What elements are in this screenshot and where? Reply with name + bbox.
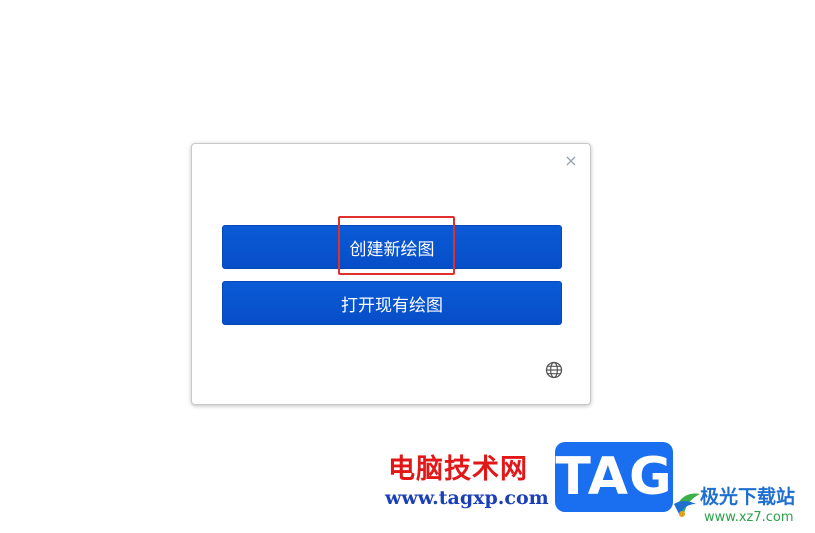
watermark-site-url: www.tagxp.com	[385, 487, 549, 509]
tag-logo: TAG	[555, 442, 673, 512]
download-site-url: www.xz7.com	[704, 510, 794, 525]
aurora-logo-icon	[674, 493, 700, 517]
create-new-drawing-button[interactable]: 创建新绘图	[222, 225, 562, 269]
page: × 创建新绘图 打开现有绘图 电脑技术网 www.tagxp.com TAG 极…	[0, 0, 815, 533]
create-new-drawing-label: 创建新绘图	[349, 239, 435, 260]
watermark-site-name: 电脑技术网	[388, 454, 528, 485]
open-existing-drawing-button[interactable]: 打开现有绘图	[222, 281, 562, 325]
new-drawing-dialog: × 创建新绘图 打开现有绘图	[191, 143, 591, 405]
open-existing-drawing-label: 打开现有绘图	[341, 295, 443, 316]
globe-icon[interactable]	[545, 361, 563, 379]
close-icon[interactable]: ×	[564, 153, 578, 169]
download-site-name: 极光下载站	[700, 486, 796, 508]
tag-logo-text: TAG	[555, 447, 673, 507]
